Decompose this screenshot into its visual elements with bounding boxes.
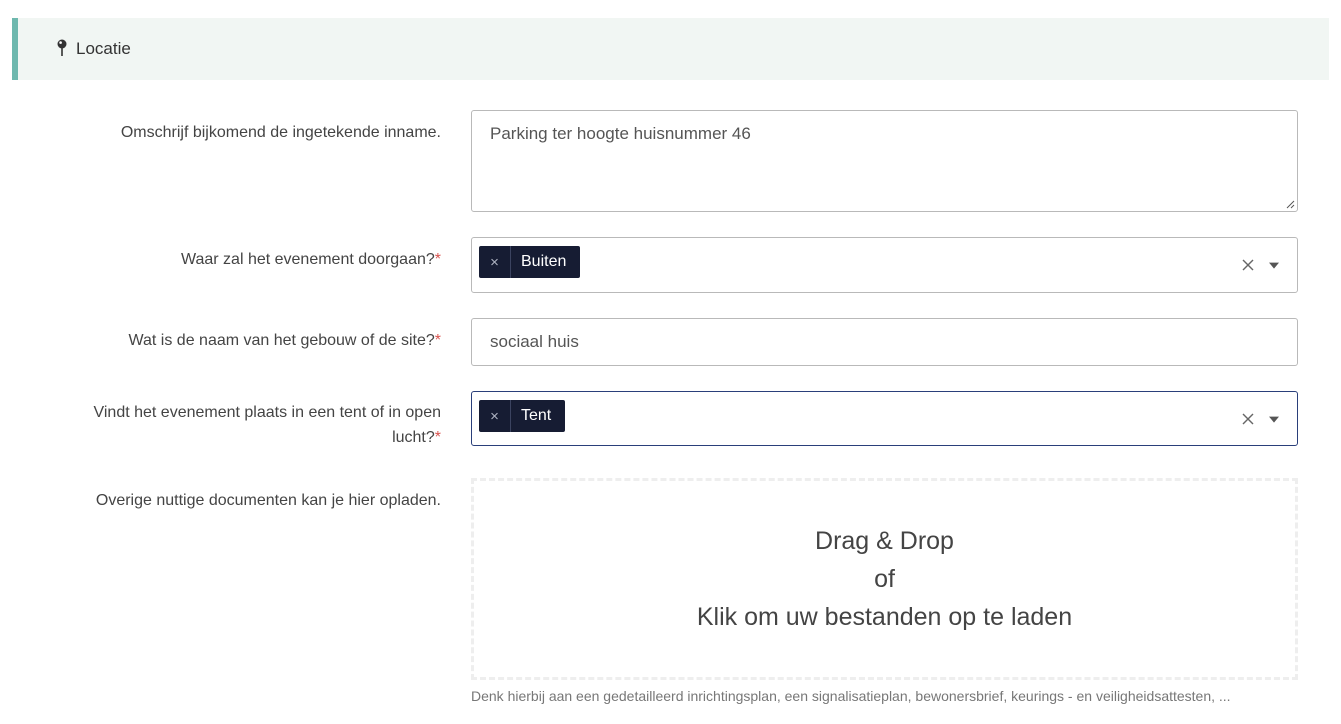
tent-open-air-select[interactable]: × Tent	[471, 391, 1298, 446]
required-marker: *	[434, 332, 441, 349]
tent-open-air-label-line1: Vindt het evenement plaats in een tent o…	[93, 404, 441, 421]
chip-remove-icon[interactable]: ×	[479, 246, 511, 278]
site-name-input[interactable]: sociaal huis	[471, 318, 1298, 366]
documents-help-text: Denk hierbij aan een gedetailleerd inric…	[471, 688, 1231, 704]
chevron-down-icon[interactable]	[1269, 416, 1279, 423]
location-type-label-text: Waar zal het evenement doorgaan?	[180, 251, 435, 268]
map-pin-icon	[56, 39, 68, 57]
description-label: Omschrijf bijkomend de ingetekende innam…	[60, 120, 441, 145]
file-dropzone[interactable]: Drag & Drop of Klik om uw bestanden op t…	[471, 478, 1298, 680]
section-header-locatie: Locatie	[12, 18, 1329, 80]
dropzone-line3: Klik om uw bestanden op te laden	[696, 603, 1073, 631]
tent-open-air-label: Vindt het evenement plaats in een tent o…	[60, 400, 441, 450]
resize-grip-icon[interactable]	[1285, 199, 1295, 209]
dropzone-line1: Drag & Drop	[815, 527, 954, 555]
documents-label-text: Overige nuttige documenten kan je hier o…	[95, 492, 441, 509]
site-name-label: Wat is de naam van het gebouw of de site…	[60, 328, 442, 353]
location-type-select[interactable]: × Buiten	[471, 237, 1298, 293]
chevron-down-icon[interactable]	[1269, 262, 1279, 269]
tent-open-air-label-line2: lucht?	[392, 429, 435, 446]
form-row-tent-open-air: Vindt het evenement plaats in een tent o…	[0, 391, 1341, 446]
section-title: Locatie	[76, 39, 131, 58]
chip-remove-icon[interactable]: ×	[479, 400, 511, 432]
description-label-text: Omschrijf bijkomend de ingetekende innam…	[120, 124, 441, 141]
location-type-label: Waar zal het evenement doorgaan?*	[60, 247, 441, 272]
dropzone-line2: of	[874, 565, 895, 593]
required-marker: *	[434, 251, 441, 268]
clear-selection-icon[interactable]	[1241, 412, 1255, 426]
chip-label: Buiten	[521, 253, 567, 270]
description-textarea[interactable]: Parking ter hoogte huisnummer 46	[471, 110, 1298, 212]
chip-label: Tent	[521, 407, 552, 424]
selected-chip-buiten: × Buiten	[479, 246, 581, 278]
form-row-location-type: Waar zal het evenement doorgaan?* × Buit…	[0, 237, 1341, 293]
form-row-description: Omschrijf bijkomend de ingetekende innam…	[0, 110, 1341, 212]
selected-chip-tent: × Tent	[479, 400, 566, 432]
documents-label: Overige nuttige documenten kan je hier o…	[60, 488, 441, 513]
site-name-value: sociaal huis	[490, 332, 579, 351]
site-name-label-text: Wat is de naam van het gebouw of de site…	[128, 332, 435, 349]
required-marker: *	[434, 429, 441, 446]
clear-selection-icon[interactable]	[1241, 258, 1255, 272]
description-value: Parking ter hoogte huisnummer 46	[490, 124, 751, 143]
